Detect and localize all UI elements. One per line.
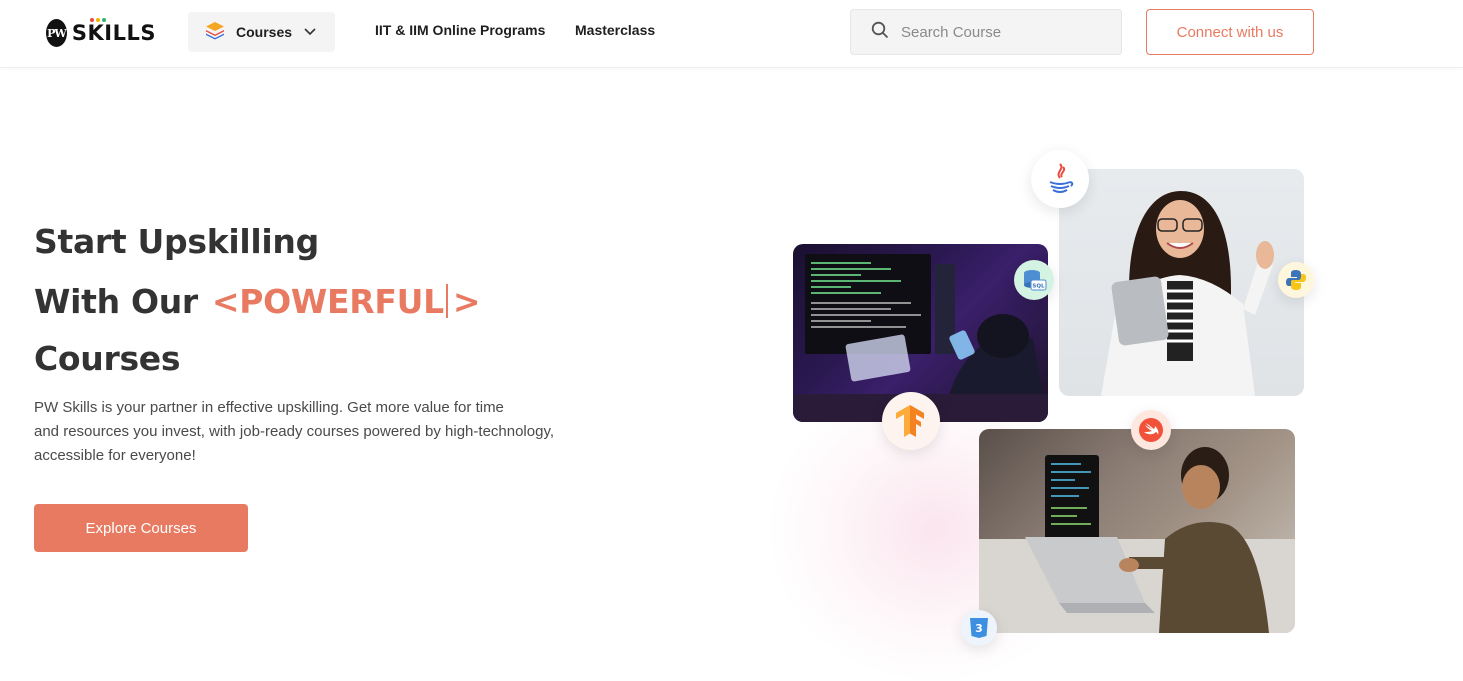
search-icon bbox=[871, 21, 889, 44]
svg-text:3: 3 bbox=[975, 622, 983, 635]
nav-iit-iim-programs[interactable]: IIT & IIM Online Programs bbox=[375, 22, 545, 38]
pw-skills-logo[interactable]: PW SKILLS bbox=[46, 16, 156, 50]
hero-title-line-3: Courses bbox=[34, 339, 181, 378]
nav-masterclass[interactable]: Masterclass bbox=[575, 22, 655, 38]
typing-close-bracket: > bbox=[452, 282, 481, 321]
top-navbar: PW SKILLS Courses IIT & IIM Online Progr… bbox=[0, 0, 1463, 68]
css3-icon: 3 bbox=[961, 610, 997, 646]
search-input[interactable] bbox=[901, 23, 1101, 41]
student-woman-photo bbox=[1059, 169, 1304, 396]
chevron-down-icon bbox=[304, 23, 316, 41]
logo-text: SKILLS bbox=[71, 21, 156, 45]
typing-highlight: <POWERFUL > bbox=[211, 282, 481, 321]
search-box[interactable] bbox=[850, 9, 1122, 55]
layers-icon bbox=[204, 19, 226, 46]
courses-label: Courses bbox=[236, 24, 293, 40]
logo-dots bbox=[89, 18, 106, 22]
hero-title-line-1: Start Upskilling bbox=[34, 222, 319, 261]
java-icon bbox=[1031, 150, 1089, 208]
typing-caret bbox=[445, 284, 448, 318]
swift-icon bbox=[1131, 410, 1171, 450]
hero-title-line-2: With Our <POWERFUL > bbox=[34, 282, 480, 321]
pw-logo-mark: PW bbox=[46, 19, 67, 47]
python-icon bbox=[1278, 262, 1314, 298]
sql-icon: SQL bbox=[1014, 260, 1054, 300]
connect-with-us-button[interactable]: Connect with us bbox=[1146, 9, 1314, 55]
developer-photo bbox=[979, 429, 1295, 633]
typing-word: <POWERFUL bbox=[211, 282, 444, 321]
courses-dropdown-button[interactable]: Courses bbox=[188, 12, 335, 52]
hero-title-prefix: With Our bbox=[34, 282, 198, 321]
explore-courses-button[interactable]: Explore Courses bbox=[34, 504, 248, 552]
svg-text:SQL: SQL bbox=[1032, 284, 1045, 290]
hero-description: PW Skills is your partner in effective u… bbox=[34, 399, 555, 464]
tensorflow-icon bbox=[882, 392, 940, 450]
